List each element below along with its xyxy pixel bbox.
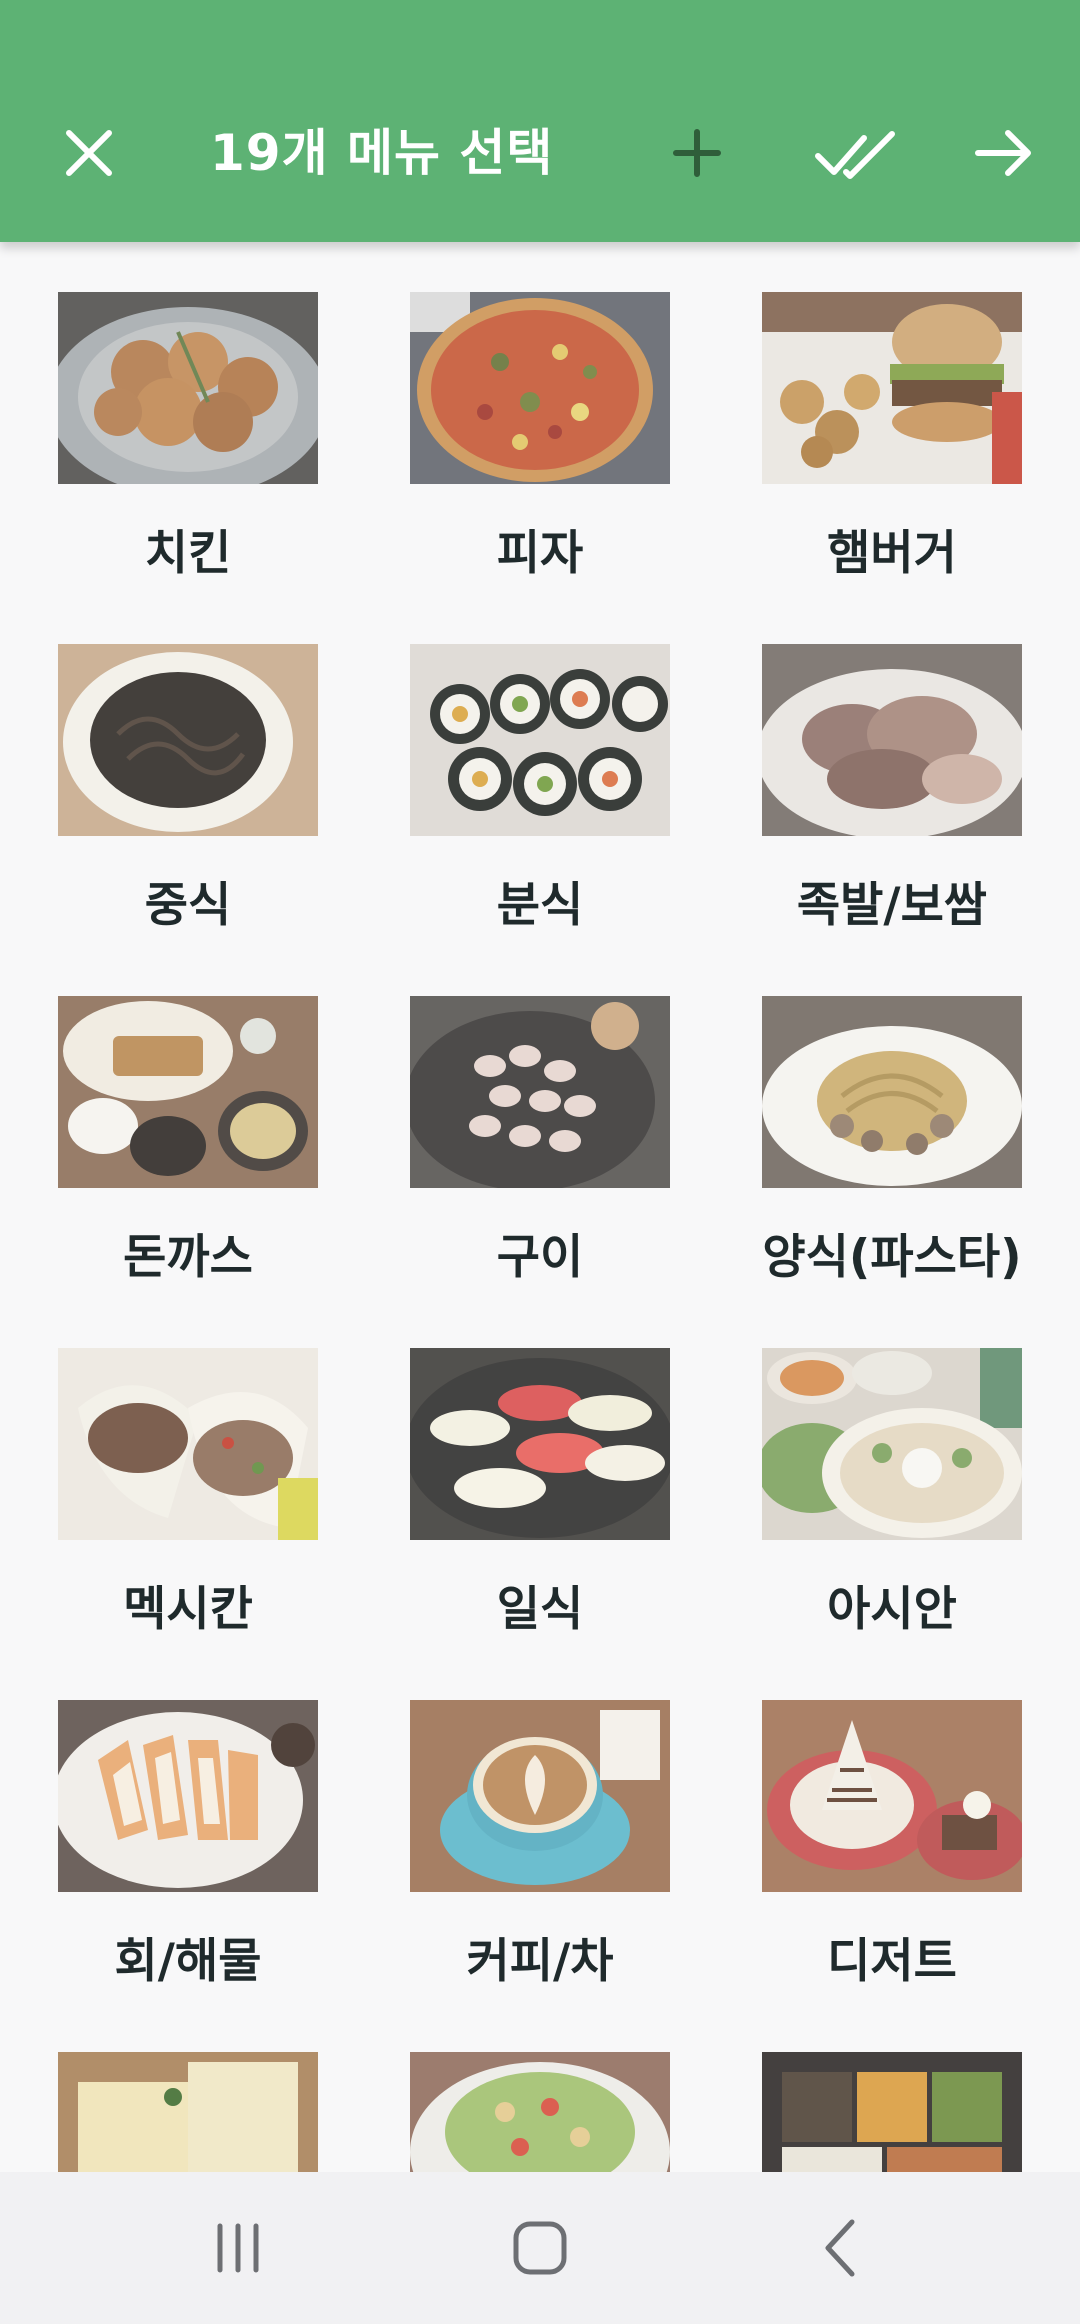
grill-photo	[410, 996, 670, 1188]
salad-photo	[410, 2052, 670, 2172]
menu-item-grill[interactable]: 구이	[364, 946, 716, 1298]
pho-photo	[762, 1348, 1022, 1540]
menu-thumbnail	[58, 1348, 318, 1540]
menu-thumbnail	[762, 292, 1022, 484]
sashimi-photo	[58, 1700, 318, 1892]
arrow-right-icon	[975, 130, 1031, 176]
menu-thumbnail	[410, 2052, 670, 2172]
menu-item-label: 돈까스	[123, 1230, 253, 1285]
pasta-photo	[762, 996, 1022, 1188]
menu-item-label: 회/해물	[114, 1934, 262, 1989]
app-screen: 19개 메뉴 선택 치킨 피자 햄버거 중식 분식 족발/보쌈 돈까스 구이 양…	[0, 0, 1080, 2324]
menu-item-jokbal[interactable]: 족발/보쌈	[716, 594, 1068, 946]
menu-item-pizza[interactable]: 피자	[364, 242, 716, 594]
menu-thumbnail	[410, 292, 670, 484]
menu-item-label: 멕시칸	[123, 1582, 253, 1637]
select-all-button[interactable]	[812, 118, 902, 188]
menu-item-label: 햄버거	[827, 526, 957, 581]
menu-item-dessert[interactable]: 디저트	[716, 1650, 1068, 2002]
selection-count-title: 19개 메뉴 선택	[210, 124, 554, 182]
selection-app-bar: 19개 메뉴 선택	[0, 0, 1080, 242]
menu-thumbnail	[410, 1348, 670, 1540]
menu-thumbnail	[58, 2052, 318, 2172]
add-icon	[673, 129, 721, 177]
menu-item-sandwich[interactable]	[12, 2002, 364, 2172]
menu-item-label: 피자	[496, 526, 584, 581]
tonkatsu-photo	[58, 996, 318, 1188]
next-button[interactable]	[968, 118, 1038, 188]
burger-photo	[762, 292, 1022, 484]
menu-grid: 치킨 피자 햄버거 중식 분식 족발/보쌈 돈까스 구이 양식(파스타) 멕시칸…	[0, 242, 1080, 2172]
latte-photo	[410, 1700, 670, 1892]
system-navigation-bar	[0, 2172, 1080, 2324]
kimbap-photo	[410, 644, 670, 836]
menu-thumbnail	[410, 1700, 670, 1892]
tacos-photo	[58, 1348, 318, 1540]
recent-apps-button[interactable]	[198, 2208, 278, 2288]
add-menu-button[interactable]	[662, 118, 732, 188]
menu-item-snack[interactable]: 분식	[364, 594, 716, 946]
menu-thumbnail	[410, 644, 670, 836]
menu-item-label: 아시안	[827, 1582, 957, 1637]
menu-item-coffee[interactable]: 커피/차	[364, 1650, 716, 2002]
close-icon	[66, 130, 112, 176]
sandwich-photo	[58, 2052, 318, 2172]
menu-item-burger[interactable]: 햄버거	[716, 242, 1068, 594]
menu-item-label: 중식	[144, 878, 232, 933]
dessert-photo	[762, 1700, 1022, 1892]
menu-item-chinese[interactable]: 중식	[12, 594, 364, 946]
menu-item-japanese[interactable]: 일식	[364, 1298, 716, 1650]
back-icon	[825, 2219, 855, 2277]
menu-item-chicken[interactable]: 치킨	[12, 242, 364, 594]
back-button[interactable]	[800, 2208, 880, 2288]
menu-item-pasta[interactable]: 양식(파스타)	[716, 946, 1068, 1298]
menu-thumbnail	[58, 996, 318, 1188]
menu-item-salad[interactable]	[364, 2002, 716, 2172]
menu-item-mexican[interactable]: 멕시칸	[12, 1298, 364, 1650]
double-check-icon	[815, 131, 895, 179]
jajangmyeon-photo	[58, 644, 318, 836]
menu-thumbnail	[58, 1700, 318, 1892]
fried-chicken-photo	[58, 292, 318, 484]
menu-item-label: 분식	[496, 878, 584, 933]
menu-item-label: 디저트	[827, 1934, 957, 1989]
sushi-photo	[410, 1348, 670, 1540]
jokbal-photo	[762, 644, 1022, 836]
home-icon	[513, 2221, 567, 2275]
menu-thumbnail	[762, 1700, 1022, 1892]
home-button[interactable]	[500, 2208, 580, 2288]
menu-item-tonkatsu[interactable]: 돈까스	[12, 946, 364, 1298]
menu-item-label: 구이	[496, 1230, 584, 1285]
recent-apps-icon	[217, 2223, 259, 2273]
lunchbox-photo	[762, 2052, 1022, 2172]
menu-item-seafood[interactable]: 회/해물	[12, 1650, 364, 2002]
menu-item-label: 치킨	[144, 526, 232, 581]
menu-item-label: 족발/보쌈	[796, 878, 988, 933]
close-button[interactable]	[54, 118, 124, 188]
menu-thumbnail	[762, 1348, 1022, 1540]
menu-thumbnail	[410, 996, 670, 1188]
menu-item-label: 양식(파스타)	[762, 1230, 1022, 1285]
menu-thumbnail	[762, 644, 1022, 836]
pizza-photo	[410, 292, 670, 484]
menu-thumbnail	[58, 644, 318, 836]
menu-item-lunchbox[interactable]	[716, 2002, 1068, 2172]
menu-thumbnail	[762, 2052, 1022, 2172]
menu-item-label: 일식	[496, 1582, 584, 1637]
menu-item-asian[interactable]: 아시안	[716, 1298, 1068, 1650]
menu-thumbnail	[762, 996, 1022, 1188]
menu-item-label: 커피/차	[466, 1934, 614, 1989]
menu-thumbnail	[58, 292, 318, 484]
